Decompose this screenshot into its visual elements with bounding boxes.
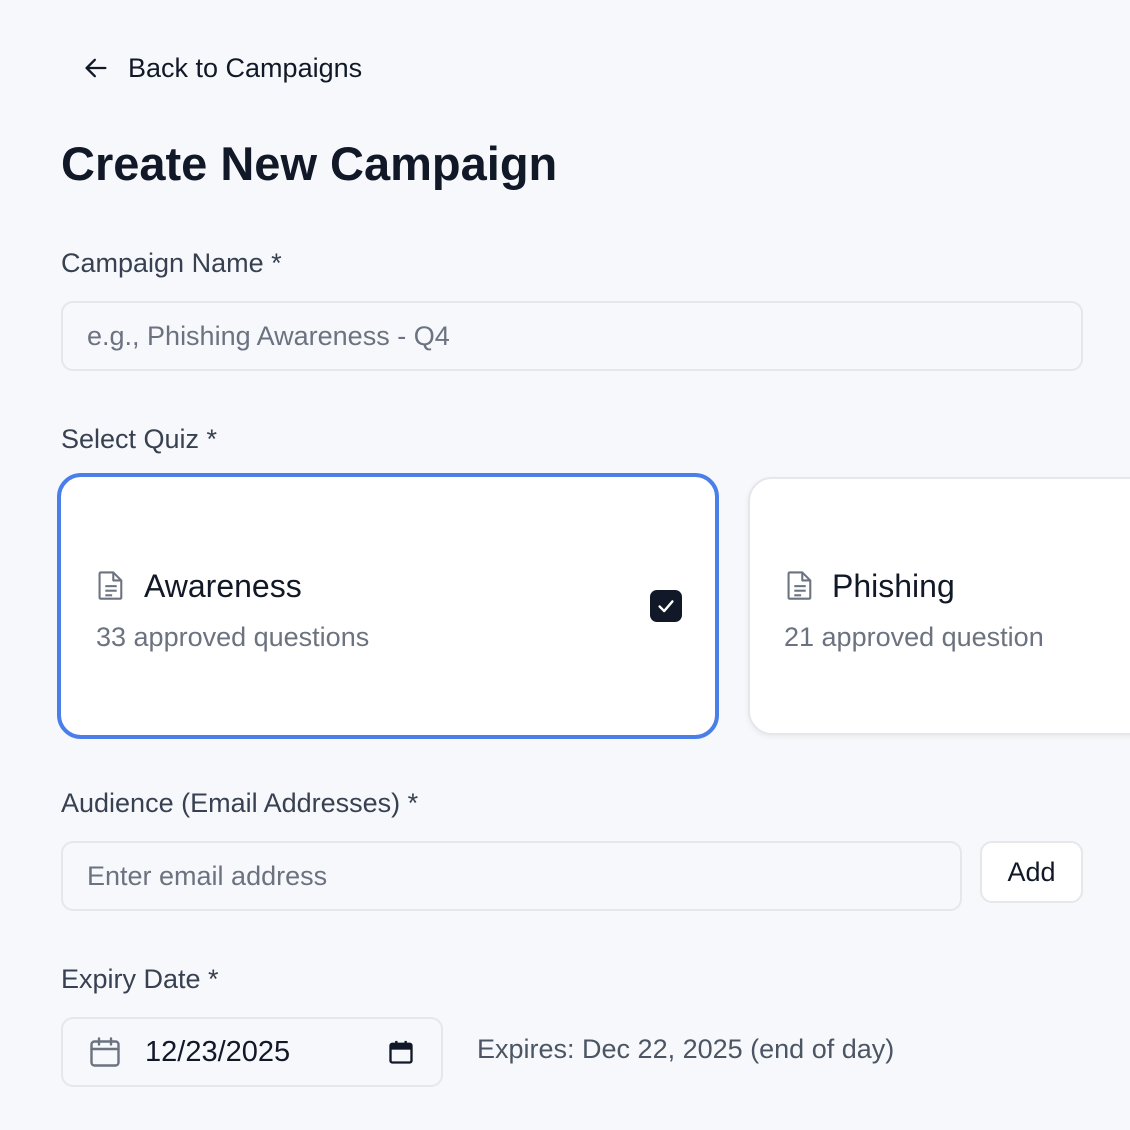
expiry-date-label: Expiry Date *	[61, 964, 219, 994]
calendar-picker-icon[interactable]	[387, 1038, 415, 1066]
email-address-input[interactable]	[61, 841, 962, 911]
audience-label: Audience (Email Addresses) *	[61, 788, 419, 818]
document-icon	[787, 571, 812, 600]
quiz-name: Awareness	[144, 568, 302, 604]
quiz-option-awareness[interactable]: Awareness 33 approved questions	[57, 473, 719, 739]
select-quiz-label: Select Quiz *	[61, 424, 218, 454]
expiry-date-input[interactable]: 12/23/2025	[61, 1017, 443, 1087]
calendar-icon	[90, 1037, 120, 1067]
checkmark-icon	[658, 600, 674, 613]
arrow-left-icon	[85, 58, 107, 78]
campaign-name-input[interactable]	[61, 301, 1083, 371]
quiz-selected-checkbox[interactable]	[650, 590, 682, 622]
quiz-question-count: 21 approved question	[784, 622, 1044, 652]
expiry-date-value: 12/23/2025	[145, 1036, 291, 1068]
page-title: Create New Campaign	[61, 137, 558, 190]
add-email-button[interactable]: Add	[980, 841, 1083, 903]
create-campaign-page: Back to Campaigns Create New Campaign Ca…	[0, 0, 1130, 1130]
quiz-name: Phishing	[832, 568, 955, 604]
quiz-option-phishing[interactable]: Phishing 21 approved question	[748, 477, 1130, 735]
back-to-campaigns-link[interactable]: Back to Campaigns	[82, 48, 362, 88]
expiry-note: Expires: Dec 22, 2025 (end of day)	[477, 1034, 895, 1064]
back-link-label: Back to Campaigns	[128, 52, 363, 83]
quiz-question-count: 33 approved questions	[96, 622, 370, 652]
document-icon	[98, 571, 123, 600]
campaign-name-label: Campaign Name *	[61, 248, 282, 278]
